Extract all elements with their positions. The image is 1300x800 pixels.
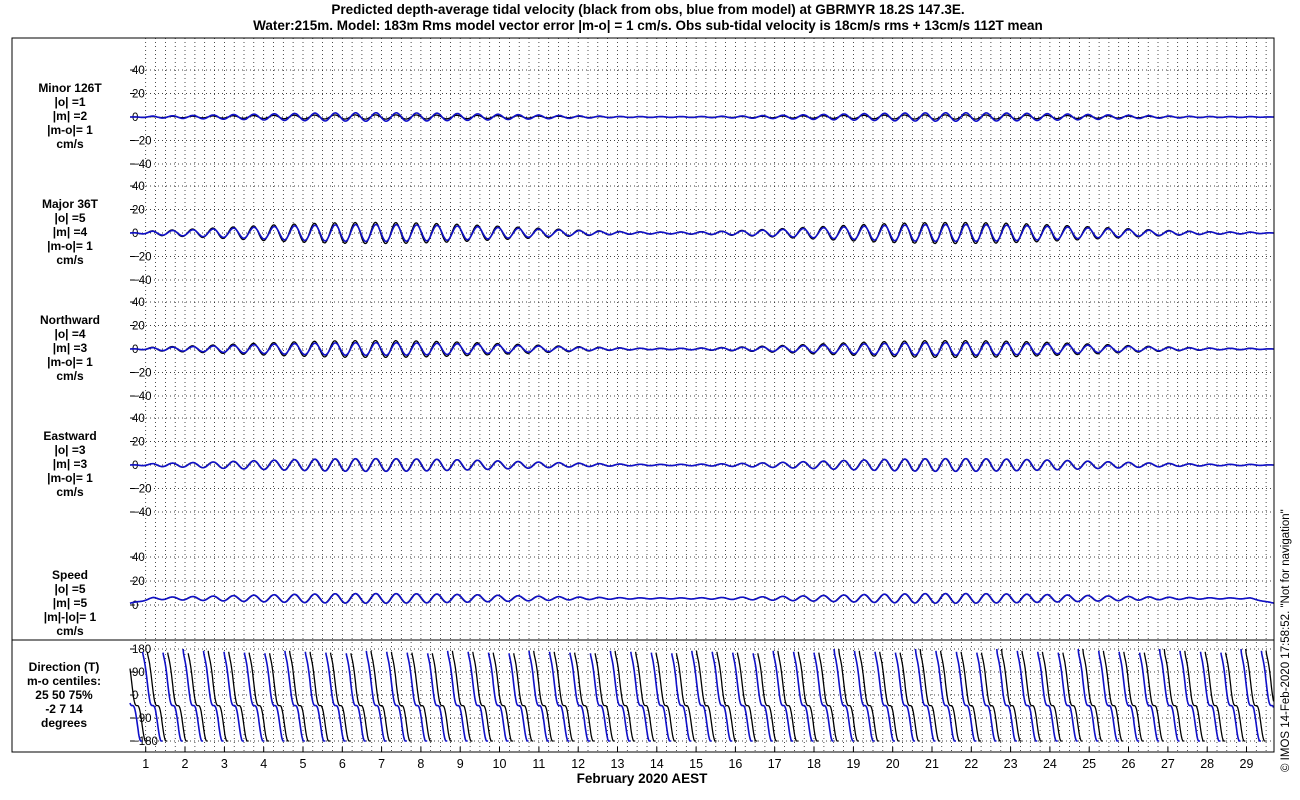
y-tick-label-major: 20 — [132, 205, 145, 217]
x-tick-label: 5 — [300, 757, 307, 771]
panel-label-eastward: |o| =3 — [54, 443, 85, 457]
x-tick-label: 28 — [1200, 757, 1214, 771]
panel-label-speed: Speed — [52, 568, 88, 582]
chart-title-line1: Predicted depth-average tidal velocity (… — [331, 2, 964, 17]
y-tick-label-minor: −40 — [132, 159, 152, 171]
x-tick-label: 24 — [1043, 757, 1057, 771]
panel-label-northward: Northward — [40, 313, 100, 327]
x-tick-label: 3 — [221, 757, 228, 771]
panel-label-eastward: cm/s — [56, 485, 84, 499]
y-tick-label-speed: 40 — [132, 552, 145, 564]
panel-label-major: cm/s — [56, 253, 84, 267]
x-tick-label: 26 — [1122, 757, 1136, 771]
panel-label-minor: |m-o|= 1 — [47, 123, 93, 137]
panel-label-minor: cm/s — [56, 137, 84, 151]
y-tick-label-northward: 20 — [132, 321, 145, 333]
y-tick-label-direction: 90 — [132, 667, 145, 679]
x-tick-label: 22 — [964, 757, 978, 771]
panel-label-northward: cm/s — [56, 369, 84, 383]
x-tick-label: 1 — [142, 757, 149, 771]
x-tick-label: 10 — [493, 757, 507, 771]
x-tick-label: 21 — [925, 757, 939, 771]
panel-label-minor: Minor 126T — [38, 81, 102, 95]
panel-label-direction: degrees — [41, 716, 87, 730]
y-tick-label-major: 40 — [132, 181, 145, 193]
panel-label-eastward: |m-o|= 1 — [47, 471, 93, 485]
x-tick-label: 7 — [378, 757, 385, 771]
panel-label-minor: |o| =1 — [54, 95, 85, 109]
y-tick-label-speed: 20 — [132, 576, 145, 588]
panel-label-eastward: |m| =3 — [53, 457, 88, 471]
panel-label-minor: |m| =2 — [53, 109, 88, 123]
panel-label-direction: -2 7 14 — [45, 702, 83, 716]
panel-label-direction: Direction (T) — [29, 660, 100, 674]
x-tick-label: 29 — [1240, 757, 1254, 771]
x-tick-label: 4 — [260, 757, 267, 771]
y-tick-label-minor: −20 — [132, 136, 152, 148]
chart-title-line2: Water:215m. Model: 183m Rms model vector… — [253, 18, 1043, 33]
y-tick-label-minor: 0 — [132, 112, 138, 124]
y-tick-label-direction: −180 — [132, 736, 158, 748]
panel-label-speed: cm/s — [56, 624, 84, 638]
y-tick-label-major: −40 — [132, 275, 152, 287]
panel-label-northward: |m| =3 — [53, 341, 88, 355]
y-tick-label-eastward: −40 — [132, 507, 152, 519]
x-tick-label: 2 — [182, 757, 189, 771]
panel-label-speed: |m| =5 — [53, 596, 88, 610]
x-tick-label: 14 — [650, 757, 664, 771]
x-tick-label: 11 — [532, 757, 545, 771]
x-tick-label: 25 — [1082, 757, 1096, 771]
x-tick-label: 15 — [689, 757, 703, 771]
panel-label-major: |m| =4 — [53, 225, 88, 239]
y-tick-label-eastward: −20 — [132, 484, 152, 496]
y-tick-label-minor: 40 — [132, 65, 145, 77]
y-tick-label-northward: 40 — [132, 297, 145, 309]
panel-label-direction: m-o centiles: — [27, 674, 101, 688]
y-tick-label-northward: −20 — [132, 368, 152, 380]
y-tick-label-eastward: 0 — [132, 460, 138, 472]
y-tick-label-eastward: 40 — [132, 413, 145, 425]
panel-label-northward: |o| =4 — [54, 327, 85, 341]
panel-label-direction: 25 50 75% — [35, 688, 93, 702]
x-tick-label: 23 — [1004, 757, 1018, 771]
panel-label-eastward: Eastward — [43, 429, 96, 443]
y-tick-label-northward: 0 — [132, 344, 138, 356]
x-tick-label: 17 — [768, 757, 782, 771]
y-tick-label-northward: −40 — [132, 391, 152, 403]
copyright-note: © IMOS 14-Feb-2020 17:58:52. "Not for na… — [1280, 509, 1292, 772]
x-tick-label: 16 — [728, 757, 742, 771]
x-tick-label: 6 — [339, 757, 346, 771]
y-tick-label-eastward: 20 — [132, 437, 145, 449]
y-tick-label-major: −20 — [132, 252, 152, 264]
x-axis-label: February 2020 AEST — [577, 771, 709, 786]
panel-label-speed: |o| =5 — [54, 582, 85, 596]
y-tick-label-minor: 20 — [132, 89, 145, 101]
x-tick-label: 19 — [846, 757, 860, 771]
panel-label-major: |m-o|= 1 — [47, 239, 93, 253]
x-tick-label: 13 — [611, 757, 625, 771]
x-tick-label: 20 — [886, 757, 900, 771]
x-tick-label: 12 — [571, 757, 585, 771]
tidal-velocity-figure: Predicted depth-average tidal velocity (… — [0, 0, 1300, 800]
y-tick-label-major: 0 — [132, 228, 138, 240]
x-tick-label: 27 — [1161, 757, 1175, 771]
x-tick-label: 9 — [457, 757, 464, 771]
x-tick-label: 18 — [807, 757, 821, 771]
panel-label-speed: |m|-|o|= 1 — [44, 610, 97, 624]
panel-label-major: Major 36T — [42, 197, 99, 211]
panel-label-northward: |m-o|= 1 — [47, 355, 93, 369]
panel-label-major: |o| =5 — [54, 211, 85, 225]
x-tick-label: 8 — [417, 757, 424, 771]
